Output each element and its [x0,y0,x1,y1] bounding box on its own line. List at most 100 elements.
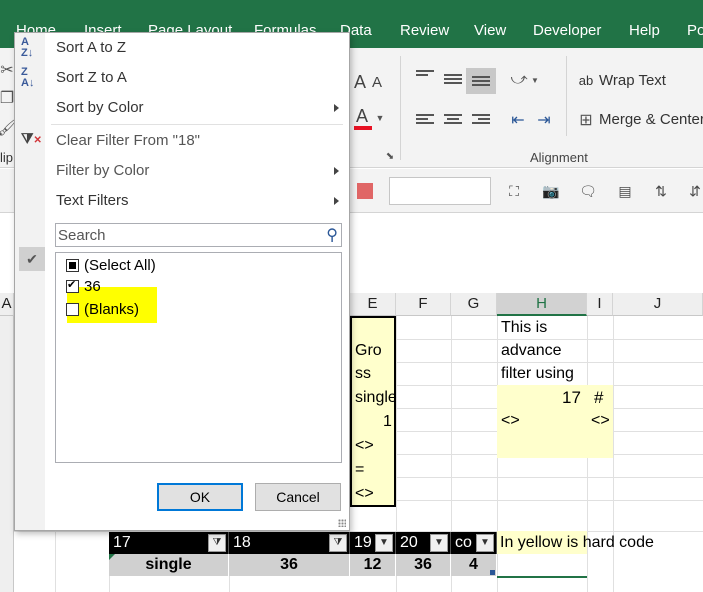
text-filters-item[interactable]: Text Filters [56,192,129,209]
tab-review[interactable]: Review [400,22,449,39]
align-center-icon[interactable] [444,114,462,128]
table-cell-12[interactable]: 12 [350,554,396,576]
font-color-button[interactable]: A [356,106,368,127]
sort-z-to-a-item[interactable]: Sort Z to A [56,69,127,86]
cell-h-value: 17 [562,388,581,407]
error-indicator-icon [109,554,115,560]
tab-help[interactable]: Help [629,22,660,39]
decrease-indent-icon[interactable]: ⇤ [508,110,528,130]
tab-partial[interactable]: Po [687,22,703,39]
table-resize-handle[interactable] [490,570,495,575]
hierarchy-icon[interactable]: ⛶ [504,181,524,201]
format-painter-icon[interactable]: 🖌 [0,118,17,138]
table-header-label: co [455,534,472,551]
font-color-swatch [354,126,372,130]
align-bottom-icon[interactable] [472,76,490,90]
sort-descending-icon: Z A↓ [21,66,35,89]
form-icon[interactable]: ▤ [615,181,635,201]
cell-e-text-4: 1 [383,413,392,430]
filter-funnel-icon[interactable]: ⧩ [329,534,347,552]
cut-icon[interactable]: ✂ [0,60,14,80]
orientation-icon[interactable]: ⤻ [508,70,530,90]
dropdown-icon-gutter [15,33,45,530]
cell-e-text-6: = [355,461,365,478]
sort-ascending-icon: A Z↓ [21,36,34,59]
cell-e-text-2: ss [355,365,371,382]
align-middle-icon[interactable] [444,74,462,88]
resize-grip-icon[interactable] [338,519,346,527]
table-header-18[interactable]: 18 ⧩ [229,532,350,554]
clear-filter-item[interactable]: Clear Filter From "18" [56,132,200,149]
chevron-down-icon[interactable]: ▼ [430,534,448,552]
list-item-select-all[interactable]: (Select All) [66,255,156,275]
filter-search-box[interactable]: ⚲ [55,223,342,247]
sort-by-color-item[interactable]: Sort by Color [56,99,144,116]
column-header-a[interactable]: A [0,293,14,316]
filter-funnel-icon[interactable]: ⧩ [208,534,226,552]
checkbox-select-all[interactable] [66,258,79,272]
comment-icon[interactable]: 🗨 [578,181,598,201]
table-header-19[interactable]: 19 ▼ [350,532,396,554]
cancel-button[interactable]: Cancel [255,483,341,511]
note-text: In yellow is hard code [500,534,654,551]
fill-color-swatch[interactable] [357,183,373,199]
merge-center-icon[interactable]: ⊞ [576,110,596,130]
search-input[interactable] [58,226,316,244]
sort-a-to-z-item[interactable]: Sort A to Z [56,39,126,56]
ok-button[interactable]: OK [157,483,243,511]
tab-view[interactable]: View [474,22,506,39]
column-header-i[interactable]: I [587,293,613,316]
list-item-36[interactable]: 36 [66,276,101,296]
camera-icon[interactable]: 📷 [541,181,561,201]
list-item-blanks[interactable]: (Blanks) [66,299,139,319]
tab-developer[interactable]: Developer [533,22,601,39]
table-header-co[interactable]: co ▼ [451,532,497,554]
increase-indent-icon[interactable]: ⇥ [534,110,554,130]
row-headers[interactable] [0,293,14,592]
cell-h-text-1: This is [501,319,548,336]
chevron-down-icon[interactable]: ▼ [476,534,494,552]
table-header-label: 18 [233,534,251,551]
chevron-down-icon[interactable]: ▼ [530,74,540,86]
filter-value-list[interactable]: (Select All) 36 (Blanks) [55,252,342,463]
wrap-text-button[interactable]: Wrap Text [599,72,666,89]
align-top-icon[interactable] [416,70,434,84]
cell-h-neq: <> [501,412,520,429]
checkbox-36[interactable] [66,278,79,293]
table-cell-36[interactable]: 36 [229,554,350,576]
decrease-font-size-button[interactable]: A [372,74,382,91]
copy-icon[interactable]: ❐ [0,88,14,108]
table-cell-36b[interactable]: 36 [396,554,451,576]
increase-font-size-button[interactable]: A [354,72,366,93]
chevron-down-icon[interactable]: ▼ [374,112,386,124]
align-right-icon[interactable] [472,114,490,128]
column-header-f[interactable]: F [396,293,451,316]
table-cell-single[interactable]: single [109,554,229,576]
cell-i-value: # [594,388,604,407]
table-header-17[interactable]: 17 ⧩ [109,532,229,554]
cell-e-text-5: <> [355,437,374,454]
search-icon[interactable]: ⚲ [326,225,338,245]
menu-separator [51,124,343,125]
sort-za-icon[interactable]: ⇵ [685,181,703,201]
clear-filter-icon: ⧩✕ [21,130,42,146]
column-header-g[interactable]: G [451,293,497,316]
chevron-down-icon[interactable]: ▼ [375,534,393,552]
dialog-launcher-icon[interactable]: ⬊ [384,150,396,162]
align-left-icon[interactable] [416,114,434,128]
column-header-j[interactable]: J [613,293,703,316]
table-header-label: 19 [354,534,372,551]
column-header-e[interactable]: E [350,293,396,316]
active-cell-border [497,576,587,578]
filter-by-color-item[interactable]: Filter by Color [56,162,149,179]
wrap-text-icon[interactable]: ab [576,70,596,90]
sort-az-icon[interactable]: ⇅ [651,181,671,201]
column-header-h[interactable]: H [497,293,587,316]
name-box[interactable] [389,177,491,205]
checkbox-blanks[interactable] [66,302,79,316]
merge-center-button[interactable]: Merge & Center [599,111,703,128]
table-header-label: 17 [113,534,131,551]
table-header-20[interactable]: 20 ▼ [396,532,451,554]
clipboard-group-label: lip [0,150,14,165]
cell-e-text-3: single [355,389,397,406]
